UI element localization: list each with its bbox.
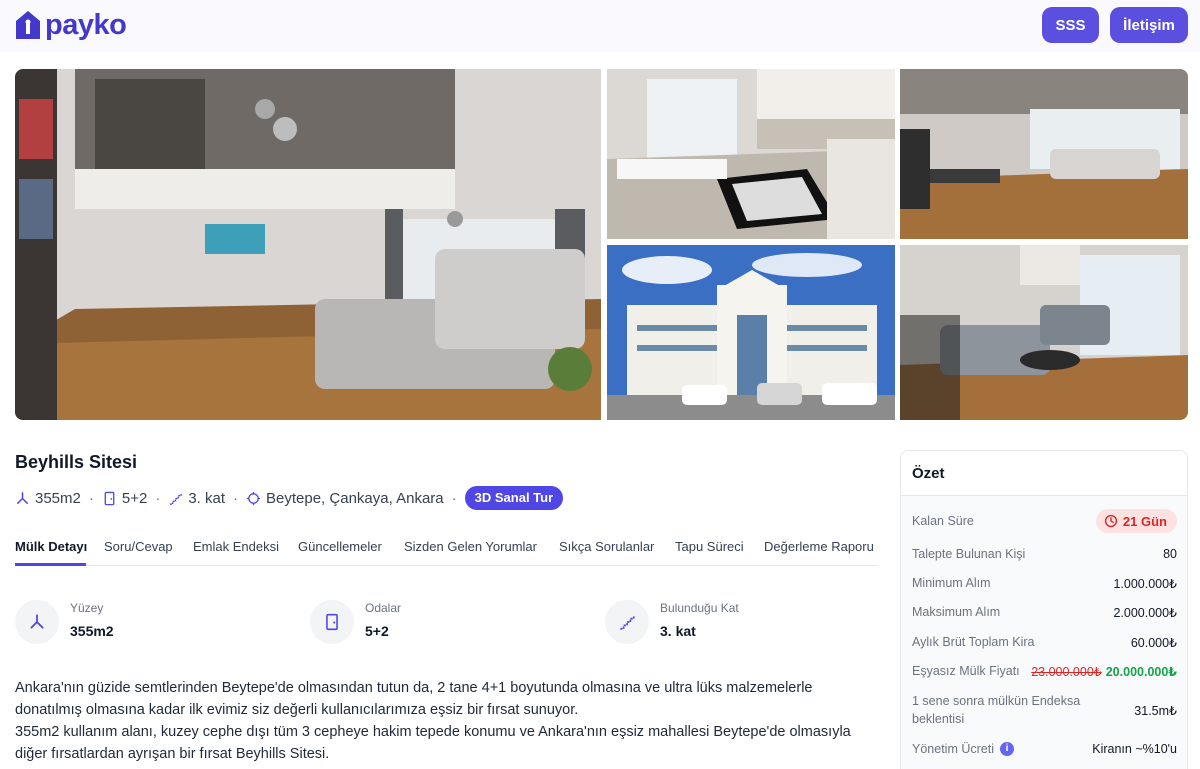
meta-area-value: 355m2 [35, 489, 81, 507]
remaining-label: Kalan Süre [912, 514, 974, 528]
tab-qa[interactable]: Soru/Cevap [104, 539, 173, 554]
new-price: 20.000.000₺ [1105, 664, 1177, 679]
meta-location-value: Beytepe, Çankaya, Ankara [266, 489, 444, 507]
property-title: Beyhills Sitesi [15, 452, 138, 472]
description-line: donatılmış olmasına kadar ilk evimiz siz… [15, 702, 579, 718]
stat-floor: Bulunduğu Kat 3. kat [605, 598, 835, 646]
stairs-icon [605, 600, 649, 644]
tab-valuation-report[interactable]: Değerleme Raporu [764, 539, 874, 554]
unfurnished-price-label: Eşyasız Mülk Fiyatı [912, 664, 1020, 678]
stat-surface-label: Yüzey [70, 601, 104, 615]
tab-property-detail[interactable]: Mülk Detayı [15, 539, 87, 554]
summary-title: Özet [901, 451, 1187, 496]
index-expectation-value: 31.5m₺ [1134, 703, 1177, 718]
old-price: 23.000.000₺ [1031, 664, 1102, 679]
meta-separator: · [88, 489, 94, 507]
max-purchase-value: 2.000.000₺ [1113, 605, 1177, 620]
monthly-rent-value: 60.000₺ [1130, 635, 1177, 650]
property-tabs: Mülk Detayı Soru/Cevap Emlak Endeksi Gün… [15, 530, 878, 566]
top-header: payko SSS İletişim [0, 0, 1200, 52]
remaining-days-badge: 21 Gün [1095, 509, 1177, 533]
min-purchase-label: Minimum Alım [912, 576, 991, 590]
tab-real-estate-index[interactable]: Emlak Endeksi [193, 539, 279, 554]
faq-button[interactable]: SSS [1042, 7, 1099, 43]
summary-card: Özet Kalan Süre 21 Gün Talepte Bulunan K… [900, 450, 1188, 769]
demand-label: Talepte Bulunan Kişi [912, 547, 1026, 561]
door-icon [310, 600, 354, 644]
meta-area: 355m2 [15, 490, 81, 507]
balcony-lounge-photo[interactable] [900, 245, 1188, 420]
payko-logo[interactable]: payko [14, 9, 127, 41]
min-purchase-value: 1.000.000₺ [1113, 576, 1177, 591]
area-icon [17, 491, 28, 504]
summary-row-fee: Yönetim Ücreti i Kiranın ~%10'u [912, 740, 1177, 758]
summary-row-max: Maksimum Alım 2.000.000₺ [912, 604, 1177, 620]
meta-rooms: 5+2 [102, 490, 147, 507]
summary-row-rent: Aylık Brüt Toplam Kira 60.000₺ [912, 634, 1177, 650]
stat-surface: Yüzey 355m2 [15, 598, 245, 646]
summary-row-index: 1 sene sonra mülkün Endeksa beklentisi 3… [912, 692, 1177, 728]
meta-floor: 3. kat [168, 490, 225, 507]
index-label-line: 1 sene sonra mülkün Endeksa [912, 694, 1081, 708]
meta-location: Beytepe, Çankaya, Ankara [246, 490, 444, 507]
stat-rooms-label: Odalar [365, 601, 402, 615]
summary-row-min: Minimum Alım 1.000.000₺ [912, 575, 1177, 591]
description-line: diğer fırsatlardan ayrışan bir fırsat Be… [15, 746, 330, 762]
stat-rooms-value: 5+2 [365, 623, 389, 639]
door-icon [104, 491, 115, 505]
management-fee-label: Yönetim Ücreti [912, 741, 994, 756]
index-label-line: beklentisi [912, 712, 965, 726]
meta-floor-value: 3. kat [188, 489, 226, 507]
info-icon[interactable]: i [999, 742, 1014, 757]
logo-text: payko [45, 9, 127, 41]
monthly-rent-label: Aylık Brüt Toplam Kira [912, 635, 1035, 649]
stat-surface-value: 355m2 [70, 623, 114, 639]
tab-user-comments[interactable]: Sizden Gelen Yorumlar [404, 539, 537, 554]
summary-body: Kalan Süre 21 Gün Talepte Bulunan Kişi 8… [901, 496, 1187, 769]
logo-house-icon [16, 11, 40, 39]
active-tab-indicator [15, 563, 86, 566]
living-room-photo[interactable] [15, 69, 601, 420]
meta-separator: · [233, 489, 239, 507]
summary-row-price: Eşyasız Mülk Fiyatı 23.000.000₺ 20.000.00… [912, 663, 1177, 679]
management-fee-label-wrap: Yönetim Ücreti i [912, 742, 1014, 757]
tab-deed-process[interactable]: Tapu Süreci [675, 539, 744, 554]
tab-faq[interactable]: Sıkça Sorulanlar [559, 539, 654, 554]
summary-row-demand: Talepte Bulunan Kişi 80 [912, 546, 1177, 562]
clock-icon [1104, 514, 1118, 528]
summary-row-remaining: Kalan Süre 21 Gün [912, 509, 1177, 533]
demand-value: 80 [1163, 547, 1177, 561]
meta-rooms-value: 5+2 [121, 489, 148, 507]
meta-separator: · [155, 489, 161, 507]
stat-rooms: Odalar 5+2 [310, 598, 540, 646]
description-line: 355m2 kullanım alanı, kuzey cephe dışı t… [15, 724, 851, 740]
stairs-icon [170, 492, 183, 505]
area-icon [15, 600, 59, 644]
property-meta: 355m2 · 5+2 · 3. kat · Beytepe, Çankaya,… [15, 486, 564, 510]
unfurnished-price-values: 23.000.000₺ 20.000.000₺ [1031, 664, 1177, 679]
index-expectation-label: 1 sene sonra mülkün Endeksa beklentisi [912, 692, 1080, 728]
dining-area-photo[interactable] [900, 69, 1188, 239]
virtual-tour-button[interactable]: 3D Sanal Tur [464, 486, 564, 510]
max-purchase-label: Maksimum Alım [912, 605, 1001, 619]
tab-updates[interactable]: Güncellemeler [298, 539, 382, 554]
contact-button[interactable]: İletişim [1110, 7, 1188, 43]
stat-floor-value: 3. kat [660, 623, 696, 639]
kitchen-photo[interactable] [607, 69, 895, 239]
description-line: Ankara'nın güzide semtlerinden Beytepe'd… [15, 680, 813, 696]
stat-floor-label: Bulunduğu Kat [660, 601, 739, 615]
meta-separator: · [451, 489, 457, 507]
property-description: Ankara'nın güzide semtlerinden Beytepe'd… [15, 677, 875, 765]
management-fee-value: Kiranın ~%10'u [1092, 742, 1177, 756]
location-icon [246, 491, 261, 505]
remaining-days-value: 21 Gün [1122, 513, 1167, 529]
building-exterior-photo[interactable] [607, 245, 895, 420]
